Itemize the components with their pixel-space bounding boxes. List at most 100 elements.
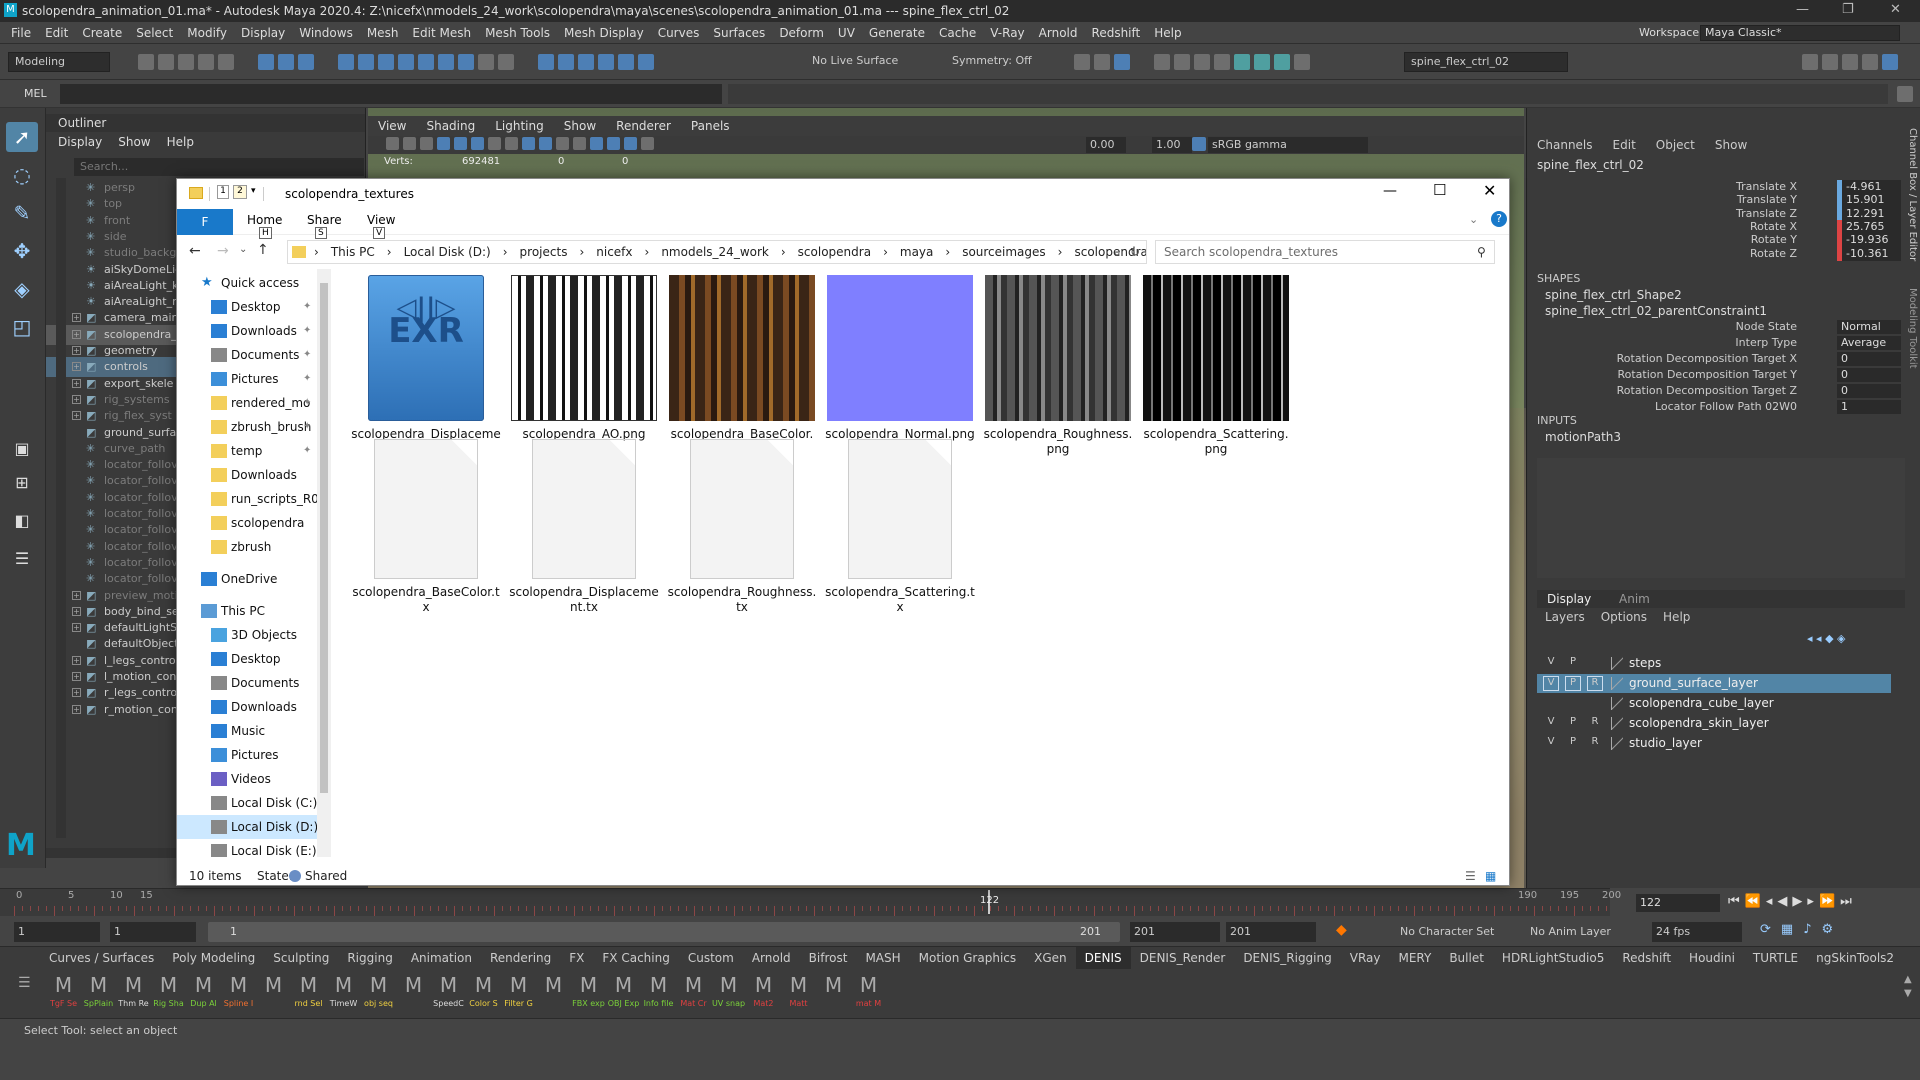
new-layer-selected-icon[interactable]: ◈ xyxy=(1837,632,1845,645)
breadcrumb-item[interactable]: Local Disk (D:) xyxy=(398,241,497,263)
viewport-menu-show[interactable]: Show xyxy=(554,116,606,136)
shelf-button[interactable]: Mmat M xyxy=(851,973,886,1019)
viewport-menu-renderer[interactable]: Renderer xyxy=(606,116,681,136)
grid-icon[interactable] xyxy=(556,137,569,150)
breadcrumb-sep[interactable]: › xyxy=(573,241,590,263)
layer-r-toggle[interactable] xyxy=(1587,696,1603,711)
nav-scrollbar-thumb[interactable] xyxy=(320,283,328,793)
shelf-button[interactable]: M Spline I xyxy=(221,973,256,1019)
expand-icon[interactable]: + xyxy=(72,590,81,600)
nav-item[interactable]: 3D Objects xyxy=(177,623,317,647)
menu-mesh-tools[interactable]: Mesh Tools xyxy=(478,22,557,44)
channel-menu-edit[interactable]: Edit xyxy=(1603,138,1646,152)
menu-generate[interactable]: Generate xyxy=(862,22,932,44)
layer-p-toggle[interactable]: P xyxy=(1565,716,1581,731)
shelf-tab[interactable]: Bullet xyxy=(1440,947,1493,969)
loop-icon[interactable]: ⟳ xyxy=(1760,922,1781,937)
pin-icon[interactable]: ✦ xyxy=(303,391,311,415)
outliner-menu-display[interactable]: Display xyxy=(50,132,110,152)
nav-item[interactable]: ★ Quick access xyxy=(177,271,317,295)
nav-item[interactable]: zbrush_brush ✦ xyxy=(177,415,317,439)
name-field[interactable]: spine_flex_ctrl_02 xyxy=(1404,52,1568,72)
refresh-icon[interactable]: ↻ xyxy=(1130,241,1140,263)
explorer-close-button[interactable]: ✕ xyxy=(1483,181,1496,200)
layer-menu-options[interactable]: Options xyxy=(1593,608,1655,626)
shape-name-1[interactable]: spine_flex_ctrl_Shape2 xyxy=(1545,288,1682,302)
redo-icon[interactable] xyxy=(218,54,234,70)
smooth-shade-icon[interactable] xyxy=(454,137,467,150)
exposure-icon[interactable] xyxy=(641,137,654,150)
nav-item[interactable]: temp ✦ xyxy=(177,439,317,463)
time-slider-track[interactable] xyxy=(0,888,1610,916)
ipr-render-icon[interactable] xyxy=(1174,54,1190,70)
expand-icon[interactable]: + xyxy=(72,411,81,421)
file-item[interactable]: scolopendra_Scattering.tx xyxy=(821,437,979,615)
shelf-button[interactable]: M xyxy=(256,973,291,1019)
workspace-select[interactable]: Maya Classic* xyxy=(1700,25,1900,41)
menu-curves[interactable]: Curves xyxy=(651,22,707,44)
menu-help[interactable]: Help xyxy=(1147,22,1188,44)
redshift-icon[interactable] xyxy=(1234,54,1250,70)
large-icons-view-icon[interactable]: ▦ xyxy=(1485,865,1496,887)
layer-row[interactable]: V P Rground_surface_layer xyxy=(1537,674,1891,693)
select-hierarchy-icon[interactable] xyxy=(258,54,274,70)
nav-item[interactable]: run_scripts_R01 xyxy=(177,487,317,511)
shelf-tab[interactable]: DENIS_Render xyxy=(1131,947,1235,969)
explorer-minimize-button[interactable]: — xyxy=(1383,183,1397,199)
time-slider[interactable]: 0 5 10 15 190 195 200 122 122 ⏮⏪◂◀▶▸⏩⏭ xyxy=(0,888,1920,916)
shelf-button[interactable]: Mrnd Sel xyxy=(291,973,326,1019)
nav-item[interactable]: This PC xyxy=(177,599,317,623)
single-view-icon[interactable]: ▣ xyxy=(6,434,38,464)
shelf-button[interactable]: M xyxy=(816,973,851,1019)
channel-attr-value[interactable]: -4.961 xyxy=(1837,180,1901,194)
motion-blur-icon[interactable] xyxy=(624,137,637,150)
undo-icon[interactable] xyxy=(198,54,214,70)
menu-edit-mesh[interactable]: Edit Mesh xyxy=(405,22,478,44)
layer-editor-icon[interactable] xyxy=(1882,54,1898,70)
address-bar[interactable]: › This PC › Local Disk (D:) › projects › nicefx… xyxy=(287,240,1147,264)
snap-curve-icon[interactable] xyxy=(358,54,374,70)
shelf-tab[interactable]: ngSkinTools2 xyxy=(1807,947,1903,969)
explorer-maximize-button[interactable]: ☐ xyxy=(1433,181,1446,199)
shelf-button[interactable]: M Info file xyxy=(641,973,676,1019)
nav-item[interactable]: Pictures xyxy=(177,743,317,767)
render-frame-icon[interactable] xyxy=(1154,54,1170,70)
file-item[interactable]: scolopendra_Scattering.png xyxy=(1137,275,1295,457)
nav-item[interactable]: Desktop ✦ xyxy=(177,295,317,319)
play-icon[interactable]: ▶ xyxy=(1792,894,1807,909)
layer-p-toggle[interactable]: P xyxy=(1565,736,1581,751)
breadcrumb-item[interactable]: scolopendra xyxy=(792,241,877,263)
layout-icon[interactable]: ◧ xyxy=(6,506,38,536)
expand-icon[interactable]: + xyxy=(72,346,81,355)
shelf-button[interactable]: M UV snap xyxy=(711,973,746,1019)
details-view-icon[interactable]: ☰ xyxy=(1465,865,1476,887)
expand-icon[interactable]: + xyxy=(72,362,81,372)
shelf-tab[interactable]: Bifrost xyxy=(800,947,857,969)
breadcrumb-sep[interactable]: › xyxy=(1052,241,1069,263)
layer-menu-layers[interactable]: Layers xyxy=(1537,608,1593,626)
viewport-menu-panels[interactable]: Panels xyxy=(681,116,740,136)
aa-icon[interactable] xyxy=(590,137,603,150)
file-item[interactable]: scolopendra_Displacement.tx xyxy=(505,437,663,615)
pin-icon[interactable]: ✦ xyxy=(303,295,311,319)
cache-icon[interactable]: ▦ xyxy=(1781,922,1803,937)
breadcrumb-sep[interactable]: › xyxy=(877,241,894,263)
ao-icon[interactable] xyxy=(607,137,620,150)
nav-item[interactable]: Local Disk (E:) xyxy=(177,839,317,857)
menu-windows[interactable]: Windows xyxy=(292,22,360,44)
nav-item[interactable]: Downloads ✦ xyxy=(177,319,317,343)
nav-item[interactable]: scolopendra xyxy=(177,511,317,535)
auto-key-icon[interactable]: ◆ xyxy=(1336,922,1347,938)
nav-item[interactable]: Local Disk (D:) xyxy=(177,815,317,839)
shelf-tab[interactable]: Curves / Surfaces xyxy=(40,947,163,969)
shelf-tab[interactable]: HDRLightStudio5 xyxy=(1493,947,1613,969)
four-view-icon[interactable]: ⊞ xyxy=(6,468,38,498)
menu-mesh-display[interactable]: Mesh Display xyxy=(557,22,651,44)
play-back-icon[interactable]: ◀ xyxy=(1777,894,1792,909)
expand-icon[interactable]: + xyxy=(72,313,81,323)
shelf-button[interactable]: M Matt xyxy=(781,973,816,1019)
menu-surfaces[interactable]: Surfaces xyxy=(706,22,772,44)
nav-item[interactable]: Pictures ✦ xyxy=(177,367,317,391)
viewport-menu-shading[interactable]: Shading xyxy=(416,116,485,136)
expand-icon[interactable]: + xyxy=(72,606,81,616)
